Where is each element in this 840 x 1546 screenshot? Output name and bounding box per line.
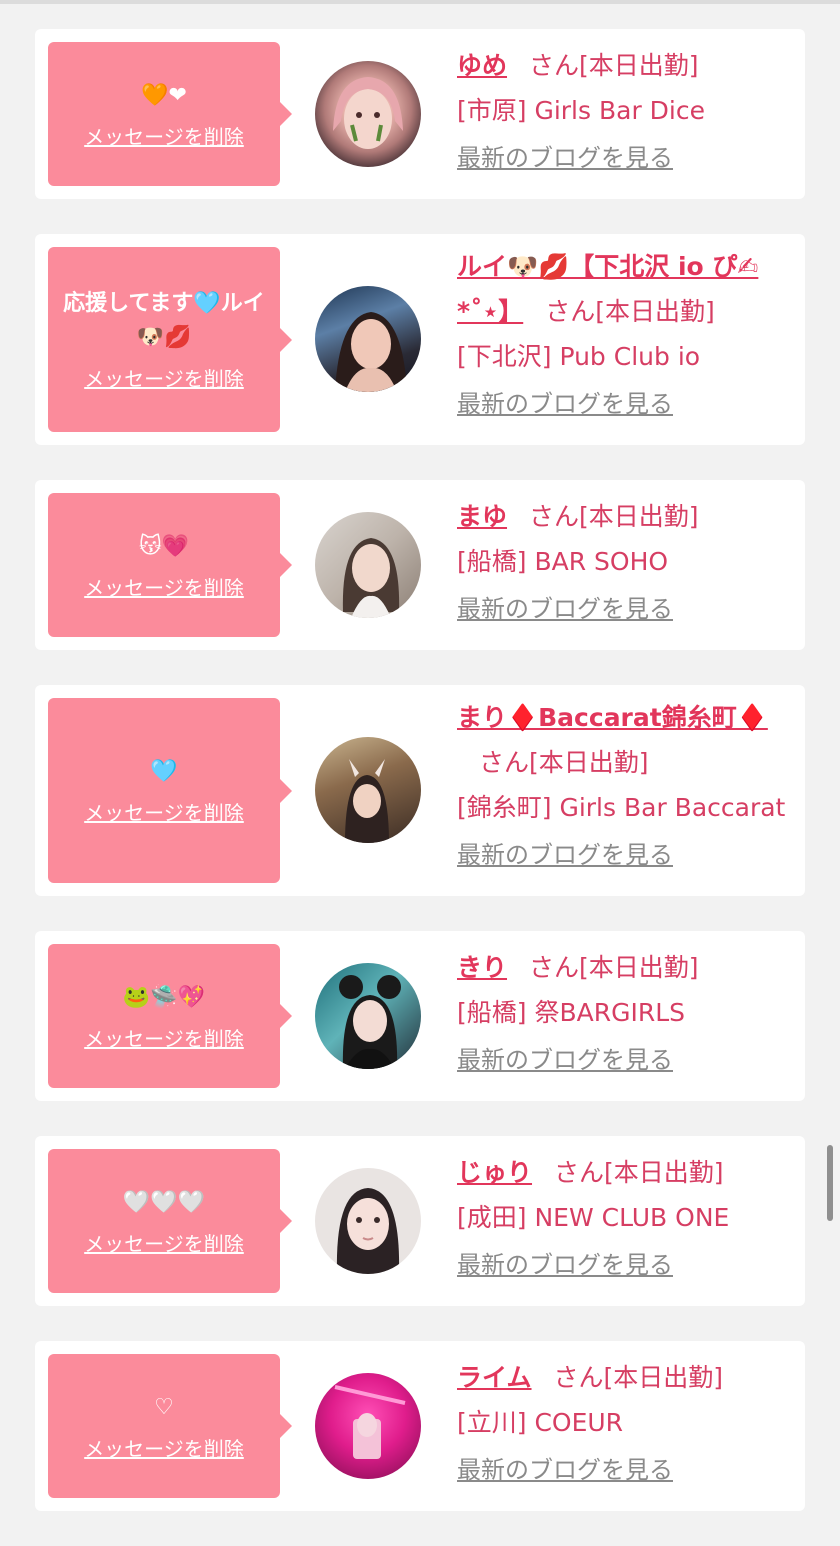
message-bubble: ♡ メッセージを削除 xyxy=(48,1354,292,1498)
avatar[interactable] xyxy=(315,1373,421,1479)
attendance-label: [本日出勤] xyxy=(595,297,715,326)
latest-blog-link[interactable]: 最新のブログを見る xyxy=(457,1248,673,1282)
list-item: 🩵 メッセージを削除 まり♦️Baccarat錦糸町♦️ さん[本日出勤] [錦糸… xyxy=(35,685,805,896)
avatar-image xyxy=(342,538,400,618)
girl-name-link[interactable]: ライム xyxy=(457,1363,532,1392)
attendance-label: [本日出勤] xyxy=(603,1363,724,1392)
top-divider xyxy=(0,0,840,4)
girl-name-link[interactable]: ゆめ xyxy=(457,51,507,80)
list-item: ♡ メッセージを削除 ライム さん[本日出勤] [立川] COEUR 最新のブログ… xyxy=(35,1341,805,1511)
girl-info: ゆめ さん[本日出勤] [市原] Girls Bar Dice 最新のブログを見る xyxy=(457,43,797,175)
list-item: 🤍🤍🤍 メッセージを削除 じゅり さん[本日出勤] [成田] NEW CLUB O… xyxy=(35,1136,805,1306)
shop-name: [成田] NEW CLUB ONE xyxy=(457,1203,730,1232)
avatar-image xyxy=(345,759,389,843)
latest-blog-link[interactable]: 最新のブログを見る xyxy=(457,1453,673,1487)
message-bubble: 🤍🤍🤍 メッセージを削除 xyxy=(48,1149,292,1293)
message-text: 😽💗 xyxy=(138,533,190,559)
attendance-label: [本日出勤] xyxy=(604,1158,724,1187)
avatar[interactable] xyxy=(315,737,421,843)
message-text: ♡ xyxy=(154,1394,174,1420)
avatar-image xyxy=(339,975,401,1069)
shop-name: [立川] COEUR xyxy=(457,1408,624,1437)
girl-info: ライム さん[本日出勤] [立川] COEUR 最新のブログを見る xyxy=(457,1355,797,1487)
attendance-label: [本日出勤] xyxy=(529,748,649,777)
message-list: 🧡❤ メッセージを削除 ゆめ さん[本日出勤] [市原] Girls Bar Di… xyxy=(35,29,805,1546)
message-text: 応援してます🩵ルイ🐶💋 xyxy=(63,291,265,350)
message-bubble: 🧡❤ メッセージを削除 xyxy=(48,42,292,186)
delete-message-link[interactable]: メッセージを削除 xyxy=(84,1228,244,1257)
san-label: さん xyxy=(553,1363,604,1392)
shop-name: [市原] Girls Bar Dice xyxy=(457,96,705,125)
message-text: 🧡❤ xyxy=(141,82,187,108)
san-label: さん xyxy=(529,51,580,80)
list-item: 😽💗 メッセージを削除 まゆ さん[本日出勤] [船橋] BAR SOHO 最新の… xyxy=(35,480,805,650)
avatar-image xyxy=(336,1188,400,1274)
list-item: 応援してます🩵ルイ🐶💋 メッセージを削除 ルイ🐶💋【下北沢 io ぴ✍︎*˚⋆】… xyxy=(35,234,805,445)
san-label: さん xyxy=(529,953,580,982)
delete-message-link[interactable]: メッセージを削除 xyxy=(84,797,244,826)
san-label: さん xyxy=(554,1158,605,1187)
message-bubble: 応援してます🩵ルイ🐶💋 メッセージを削除 xyxy=(48,247,292,432)
message-text: 🐸🛸💖 xyxy=(122,984,206,1010)
message-bubble: 😽💗 メッセージを削除 xyxy=(48,493,292,637)
delete-message-link[interactable]: メッセージを削除 xyxy=(84,1433,244,1462)
avatar[interactable] xyxy=(315,512,421,618)
girl-info: じゅり さん[本日出勤] [成田] NEW CLUB ONE 最新のブログを見る xyxy=(457,1150,797,1282)
san-label: さん xyxy=(545,297,596,326)
message-bubble: 🩵 メッセージを削除 xyxy=(48,698,292,883)
delete-message-link[interactable]: メッセージを削除 xyxy=(84,1023,244,1052)
girl-name-link[interactable]: じゅり xyxy=(457,1158,532,1187)
delete-message-link[interactable]: メッセージを削除 xyxy=(84,572,244,601)
latest-blog-link[interactable]: 最新のブログを見る xyxy=(457,1043,673,1077)
delete-message-link[interactable]: メッセージを削除 xyxy=(84,363,244,392)
avatar-image xyxy=(335,312,407,392)
message-text: 🩵 xyxy=(150,759,178,784)
girl-info: まゆ さん[本日出勤] [船橋] BAR SOHO 最新のブログを見る xyxy=(457,494,797,626)
shop-name: [錦糸町] Girls Bar Baccarat xyxy=(457,793,786,822)
shop-name: [下北沢] Pub Club io xyxy=(457,342,701,371)
attendance-label: [本日出勤] xyxy=(579,953,699,982)
avatar[interactable] xyxy=(315,61,421,167)
latest-blog-link[interactable]: 最新のブログを見る xyxy=(457,387,673,421)
san-label: さん xyxy=(479,748,530,777)
shop-name: [船橋] 祭BARGIRLS xyxy=(457,998,685,1027)
avatar-image xyxy=(334,1385,406,1459)
message-bubble: 🐸🛸💖 メッセージを削除 xyxy=(48,944,292,1088)
girl-name-link[interactable]: まり♦️Baccarat錦糸町♦️ xyxy=(457,703,768,732)
list-item: 🐸🛸💖 メッセージを削除 きり さん[本日出勤] [船橋] 祭BARGIRLS 最… xyxy=(35,931,805,1101)
shop-name: [船橋] BAR SOHO xyxy=(457,547,669,576)
avatar-image xyxy=(333,77,403,149)
girl-name-link[interactable]: きり xyxy=(457,953,507,982)
scrollbar[interactable] xyxy=(827,1145,833,1221)
latest-blog-link[interactable]: 最新のブログを見る xyxy=(457,141,673,175)
latest-blog-link[interactable]: 最新のブログを見る xyxy=(457,838,673,872)
san-label: さん xyxy=(529,502,580,531)
girl-name-link[interactable]: まゆ xyxy=(457,502,507,531)
delete-message-link[interactable]: メッセージを削除 xyxy=(84,121,244,150)
girl-info: きり さん[本日出勤] [船橋] 祭BARGIRLS 最新のブログを見る xyxy=(457,945,797,1077)
message-text: 🤍🤍🤍 xyxy=(122,1189,206,1215)
list-item: 🧡❤ メッセージを削除 ゆめ さん[本日出勤] [市原] Girls Bar Di… xyxy=(35,29,805,199)
attendance-label: [本日出勤] xyxy=(579,51,699,80)
avatar[interactable] xyxy=(315,286,421,392)
avatar[interactable] xyxy=(315,1168,421,1274)
attendance-label: [本日出勤] xyxy=(579,502,699,531)
latest-blog-link[interactable]: 最新のブログを見る xyxy=(457,592,673,626)
avatar[interactable] xyxy=(315,963,421,1069)
girl-info: ルイ🐶💋【下北沢 io ぴ✍︎*˚⋆】 さん[本日出勤] [下北沢] Pub Cl… xyxy=(457,244,797,421)
girl-info: まり♦️Baccarat錦糸町♦️ さん[本日出勤] [錦糸町] Girls Ba… xyxy=(457,695,797,872)
